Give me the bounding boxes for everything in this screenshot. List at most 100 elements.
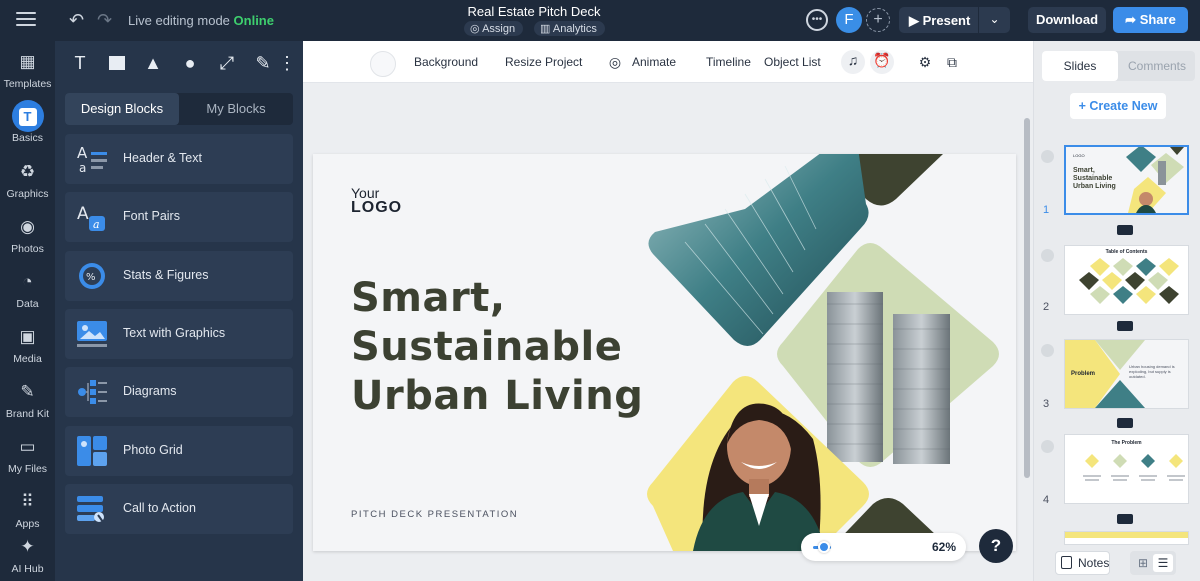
slide-thumbnail-3[interactable]: Problem Urban housing demand is explodin…	[1064, 339, 1189, 409]
rail-label: My Files	[7, 463, 48, 475]
gear-icon[interactable]: ⚙	[915, 52, 935, 72]
play-icon: ▶	[909, 13, 919, 28]
rail-label: Templates	[3, 78, 52, 90]
present-label: ▶ Present	[909, 13, 970, 29]
logo-placeholder: Your LOGO	[351, 186, 402, 216]
templates-icon: ▦	[19, 52, 36, 71]
tab-slides[interactable]: Slides	[1042, 51, 1118, 81]
ai-image-icon[interactable]: ⧉	[942, 52, 962, 72]
download-button[interactable]: Download	[1028, 7, 1106, 33]
slide-transition-icon[interactable]	[1117, 514, 1133, 524]
help-button[interactable]: ?	[979, 529, 1013, 563]
block-label: Call to Action	[123, 501, 196, 515]
rail-label: Brand Kit	[5, 408, 50, 420]
rail-label: Media	[13, 353, 42, 365]
rail-item-media[interactable]: ▣ Media	[0, 326, 55, 365]
more-icon[interactable]: ⋮	[278, 50, 296, 76]
thumb-2-artwork	[1079, 258, 1179, 304]
stats-figures-icon: %	[79, 263, 105, 289]
assign-icon: ◎	[470, 23, 480, 35]
svg-text:a: a	[93, 218, 100, 231]
block-header-text[interactable]: Aa Header & Text	[65, 134, 293, 184]
rail-item-my-files[interactable]: ▭ My Files	[0, 436, 55, 475]
slide-options-dot[interactable]	[1041, 440, 1054, 453]
rail-label: Photos	[11, 243, 44, 255]
list-view-icon[interactable]: ☰	[1153, 554, 1173, 572]
add-collaborator-icon[interactable]: +	[866, 8, 890, 32]
svg-text:a: a	[79, 161, 86, 174]
slide-options-dot[interactable]	[1041, 249, 1054, 262]
avatar[interactable]: F	[836, 7, 862, 33]
canvas-toolbar: Background Resize Project ◎ Animate Time…	[303, 41, 1033, 83]
left-rail: ▦ Templates T Basics ♻ Graphics ◉ Photos ◔ Da…	[0, 41, 55, 581]
triangle-tool-icon[interactable]: ▲	[140, 50, 166, 76]
slide-subtitle[interactable]: PITCH DECK PRESENTATION	[351, 509, 518, 520]
block-call-to-action[interactable]: Call to Action	[65, 484, 293, 534]
block-label: Stats & Figures	[123, 268, 209, 282]
analytics-label: Analytics	[552, 23, 597, 35]
chevron-down-icon[interactable]: ⌄	[978, 7, 1010, 33]
slide-transition-icon[interactable]	[1117, 321, 1133, 331]
rail-item-photos[interactable]: ◉ Photos	[0, 216, 55, 255]
slide-thumbnail-2[interactable]: Table of Contents	[1064, 245, 1189, 315]
slide-transition-icon[interactable]	[1117, 225, 1133, 235]
rail-item-graphics[interactable]: ♻ Graphics	[0, 161, 55, 200]
apps-icon: ⠿	[21, 492, 34, 511]
background-color-swatch[interactable]	[370, 51, 396, 77]
line-tool-icon[interactable]: ⤢	[214, 50, 240, 76]
media-icon: ▣	[19, 327, 36, 346]
block-label: Text with Graphics	[123, 326, 226, 340]
thumb-title-line: Sustainable	[1073, 175, 1113, 182]
music-icon[interactable]: ♫	[841, 50, 865, 74]
create-new-button[interactable]: + Create New	[1070, 93, 1166, 119]
tab-my-blocks[interactable]: My Blocks	[179, 93, 293, 125]
rail-item-data[interactable]: ◔ Data	[0, 271, 55, 310]
slide-options-dot[interactable]	[1041, 150, 1054, 163]
timeline-button[interactable]: Timeline	[706, 55, 751, 69]
canvas-scrollbar[interactable]	[1024, 118, 1030, 478]
grid-view-icon[interactable]: ⊞	[1133, 554, 1153, 572]
logo-line1: Your	[351, 185, 380, 201]
share-button[interactable]: ➦ Share	[1113, 7, 1188, 33]
animate-button[interactable]: Animate	[632, 55, 676, 69]
thumb-title-line: Urban Living	[1073, 183, 1116, 190]
rail-item-templates[interactable]: ▦ Templates	[0, 51, 55, 90]
resize-project-button[interactable]: Resize Project	[505, 55, 582, 69]
rectangle-tool-icon[interactable]	[104, 50, 130, 76]
slide-options-dot[interactable]	[1041, 344, 1054, 357]
analytics-button[interactable]: ▥ Analytics	[534, 21, 605, 36]
slide-thumbnail-1[interactable]: LOGO Smart, Sustainable Urban Living	[1064, 145, 1189, 215]
alarm-icon[interactable]: ⏰	[870, 50, 894, 74]
block-photo-grid[interactable]: Photo Grid	[65, 426, 293, 476]
zoom-value[interactable]: 62%	[932, 540, 956, 554]
object-list-button[interactable]: Object List	[764, 55, 821, 69]
block-font-pairs[interactable]: Aa Font Pairs	[65, 192, 293, 242]
font-pairs-icon: Aa	[77, 204, 105, 231]
pen-tool-icon[interactable]: ✎	[250, 50, 276, 76]
chat-icon[interactable]: •••	[806, 9, 828, 31]
rail-item-apps[interactable]: ⠿ Apps	[0, 491, 55, 530]
tab-comments[interactable]: Comments	[1119, 51, 1195, 81]
photo-grid-icon	[77, 436, 107, 466]
circle-tool-icon[interactable]: ●	[177, 50, 203, 76]
slide-headline[interactable]: Smart, Sustainable Urban Living	[351, 274, 643, 421]
block-diagrams[interactable]: Diagrams	[65, 367, 293, 417]
rail-item-basics[interactable]: T Basics	[0, 100, 55, 144]
tab-design-blocks[interactable]: Design Blocks	[65, 93, 179, 125]
text-tool-icon[interactable]: T	[67, 50, 93, 76]
rail-label: AI Hub	[11, 563, 44, 575]
assign-button[interactable]: ◎ Assign	[464, 21, 524, 36]
notes-icon	[1061, 556, 1072, 569]
slide-thumbnail-4[interactable]: The Problem	[1064, 434, 1189, 504]
background-button[interactable]: Background	[414, 55, 478, 69]
slide-thumbnail-5[interactable]	[1064, 531, 1189, 545]
present-button[interactable]: ▶ Present ⌄	[899, 7, 1010, 33]
rail-item-ai-hub[interactable]: ✦ AI Hub	[0, 536, 55, 575]
block-text-with-graphics[interactable]: Text with Graphics	[65, 309, 293, 359]
slide-transition-icon[interactable]	[1117, 418, 1133, 428]
block-stats-figures[interactable]: % Stats & Figures	[65, 251, 293, 301]
slide-canvas[interactable]: Your LOGO Smart, Sustainable Urban Livin…	[313, 154, 1016, 551]
rail-item-brand-kit[interactable]: ✎ Brand Kit	[0, 381, 55, 420]
zoom-slider-handle[interactable]	[818, 541, 830, 553]
brand-kit-icon: ✎	[20, 382, 35, 401]
